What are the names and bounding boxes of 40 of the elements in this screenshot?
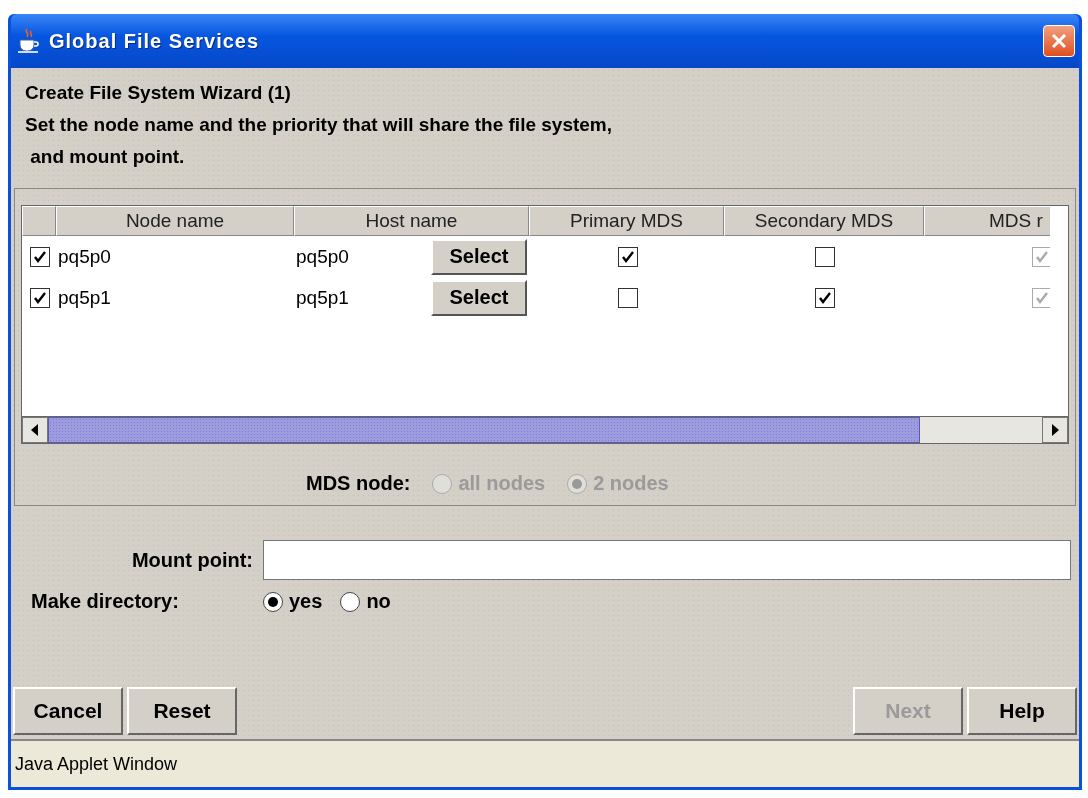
table-cell: pq5p1 — [58, 286, 111, 309]
column-header[interactable]: Primary MDS — [529, 206, 724, 236]
radio-option[interactable]: yes — [263, 590, 323, 613]
close-icon — [1050, 32, 1068, 50]
window-title: Global File Services — [49, 29, 261, 53]
radio-option[interactable]: no — [340, 590, 391, 613]
checkbox[interactable] — [815, 287, 835, 308]
make-directory-label: Make directory: — [31, 590, 180, 613]
table-cell: pq5p1 — [296, 286, 349, 309]
close-button[interactable] — [1043, 25, 1075, 57]
status-text: Java Applet Window — [15, 753, 178, 775]
table-cell: pq5p0 — [296, 245, 349, 268]
checkbox[interactable] — [815, 246, 835, 267]
scroll-left-button[interactable] — [22, 417, 48, 443]
scrollbar-thumb[interactable] — [48, 417, 920, 443]
right-arrow-icon — [1051, 424, 1059, 436]
select-button[interactable]: Select — [431, 238, 527, 275]
horizontal-scrollbar[interactable] — [22, 416, 1068, 443]
checkbox[interactable] — [30, 287, 50, 308]
dialog-button[interactable]: Cancel — [13, 687, 123, 735]
wizard-heading: Create File System Wizard (1) — [25, 81, 292, 105]
select-button[interactable]: Select — [431, 279, 527, 316]
column-header[interactable]: Node name — [56, 206, 294, 236]
column-header[interactable]: Secondary MDS — [724, 206, 924, 236]
wizard-description: Set the node name and the priority that will share the file system, — [25, 113, 614, 137]
checkbox[interactable] — [30, 246, 50, 267]
dialog-button[interactable]: Reset — [127, 687, 237, 735]
left-arrow-icon — [31, 424, 39, 436]
mds-node-label: MDS node: — [306, 472, 411, 495]
checkbox[interactable] — [617, 246, 638, 267]
mount-point-field[interactable] — [263, 540, 1071, 580]
table-cell: pq5p0 — [58, 245, 111, 268]
coffee-cup-icon — [17, 28, 41, 54]
wizard-description: and mount point. — [29, 145, 186, 169]
checkbox[interactable] — [617, 287, 638, 308]
column-header[interactable]: MDS r — [924, 206, 1050, 236]
dialog-button[interactable]: Help — [967, 687, 1077, 735]
column-header[interactable]: Host name — [294, 206, 529, 236]
scroll-right-button[interactable] — [1042, 417, 1068, 443]
mount-point-label: Mount point: — [131, 548, 253, 572]
